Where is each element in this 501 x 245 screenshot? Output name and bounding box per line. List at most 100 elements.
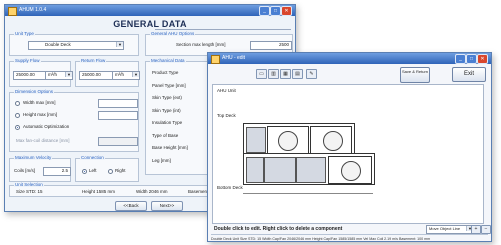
exit-button[interactable]: Exit bbox=[452, 67, 486, 82]
mechanical-row-label: Skin Type (ext) bbox=[152, 95, 182, 100]
maximize-button[interactable]: □ bbox=[270, 6, 281, 16]
unit-size-text: Size STD: 15 bbox=[16, 189, 43, 194]
width-max-radio[interactable] bbox=[15, 101, 20, 106]
automatic-optimization-label: Automatic Optimization bbox=[23, 124, 70, 129]
supply-flow-title: Supply Flow bbox=[14, 58, 41, 63]
height-max-input[interactable] bbox=[98, 111, 138, 120]
save-return-button[interactable]: Save & Return bbox=[400, 67, 430, 83]
height-max-label: Height max [mm] bbox=[23, 112, 58, 117]
window-icon[interactable]: ▭ bbox=[256, 69, 267, 79]
unit-type-title: Unit Type bbox=[14, 31, 35, 36]
right-window-titlebar[interactable]: AHU - edit _ □ ✕ bbox=[208, 53, 491, 64]
fan-icon bbox=[278, 131, 298, 151]
next-button[interactable]: Next>> bbox=[151, 201, 183, 211]
top-deck-label: Top Deck bbox=[217, 113, 236, 118]
filter-section[interactable] bbox=[246, 127, 266, 153]
close-button[interactable]: ✕ bbox=[281, 6, 292, 16]
unit-height-text: Height 1585 mm bbox=[82, 189, 116, 194]
coils-velocity-value: 2.5 bbox=[61, 168, 68, 173]
coil-section-bottom-1[interactable] bbox=[264, 157, 296, 183]
mechanical-data-title: Mechanical Data bbox=[150, 58, 186, 63]
page-title: GENERAL DATA bbox=[113, 19, 187, 29]
max-velocity-title: Maximum Velocity bbox=[14, 155, 53, 160]
coil-section-top[interactable] bbox=[310, 126, 352, 154]
mechanical-row-label: Panel Type [mm] bbox=[152, 82, 186, 88]
return-flow-unit-select[interactable]: m³/h ▼ bbox=[112, 71, 140, 80]
mechanical-row-label: Leg [mm] bbox=[152, 157, 171, 163]
supply-flow-unit: m³/h bbox=[48, 72, 57, 77]
return-flow-group: Return Flow 25000.00 m³/h ▼ bbox=[75, 58, 140, 87]
left-window-titlebar[interactable]: AHUM 1.0.4 _ □ ✕ bbox=[5, 5, 295, 16]
damper-section[interactable] bbox=[246, 157, 264, 183]
chevron-down-icon: ▼ bbox=[65, 72, 72, 77]
mechanical-row-label: Skin Type (int) bbox=[152, 107, 181, 113]
return-flow-value: 25000.00 bbox=[82, 72, 101, 77]
fan-icon bbox=[341, 161, 361, 181]
supply-flow-group: Supply Flow 25000.00 m³/h ▼ bbox=[9, 58, 73, 87]
unit-type-select[interactable]: Double Deck ▼ bbox=[28, 41, 124, 50]
title-divider bbox=[155, 29, 291, 30]
bottom-deck-unit[interactable] bbox=[243, 153, 375, 185]
fan-icon bbox=[323, 131, 343, 151]
chevron-down-icon: ▼ bbox=[132, 72, 139, 77]
coil-section-bottom-2[interactable] bbox=[296, 157, 326, 183]
move-object-select[interactable]: Move Object Line ▼ bbox=[426, 225, 474, 234]
unit-type-group: Unit Type Double Deck ▼ bbox=[9, 31, 139, 56]
return-flow-title: Return Flow bbox=[80, 58, 107, 63]
status-text: Double Deck Unit Size STD: 15 Width Cap/… bbox=[211, 237, 431, 241]
fan-coil-distance-input[interactable] bbox=[98, 137, 138, 146]
instruction-text: Double click to edit. Right click to del… bbox=[214, 226, 343, 232]
coils-velocity-input[interactable]: 2.5 bbox=[43, 167, 71, 176]
unit-width-text: Width 2046 mm bbox=[136, 189, 168, 194]
unit-selection-title: Unit Selection bbox=[14, 182, 44, 187]
app-icon bbox=[8, 7, 17, 16]
maximize-button[interactable]: □ bbox=[466, 54, 477, 64]
right-window-title: AHU - edit bbox=[222, 55, 246, 61]
supply-flow-input[interactable]: 25000.00 bbox=[13, 71, 49, 80]
dimension-line bbox=[243, 193, 373, 194]
connection-left-radio[interactable] bbox=[82, 169, 87, 174]
height-max-radio[interactable] bbox=[15, 113, 20, 118]
fan-coil-distance-label: Max fan-coil distance [mm] bbox=[16, 138, 70, 143]
return-flow-input[interactable]: 25000.00 bbox=[79, 71, 116, 80]
coils-velocity-label: Coils [m/s] bbox=[14, 168, 36, 173]
automatic-optimization-radio[interactable] bbox=[15, 125, 20, 130]
zoom-out-icon[interactable]: − bbox=[481, 225, 491, 234]
width-max-label: Width max [mm] bbox=[23, 100, 56, 105]
left-window-title: AHUM 1.0.4 bbox=[19, 7, 47, 13]
mechanical-row-label: Base Height [mm] bbox=[152, 145, 188, 150]
supply-flow-unit-select[interactable]: m³/h ▼ bbox=[45, 71, 73, 80]
ahu-unit-label: AHU Unit bbox=[217, 88, 236, 93]
return-flow-unit: m³/h bbox=[115, 72, 124, 77]
connection-right-radio[interactable] bbox=[108, 169, 113, 174]
ahu-drawing-canvas[interactable]: AHU Unit Top Deck Bottom Deck bbox=[212, 84, 484, 224]
section-max-length-input[interactable]: 2500 bbox=[250, 41, 292, 50]
fan-section-bottom[interactable] bbox=[328, 156, 372, 184]
close-button[interactable]: ✕ bbox=[477, 54, 488, 64]
connection-left-label: Left bbox=[89, 168, 97, 173]
move-object-value: Move Object Line bbox=[429, 226, 461, 231]
minimize-button[interactable]: _ bbox=[259, 6, 270, 16]
supply-flow-value: 25000.00 bbox=[16, 72, 35, 77]
zoom-in-icon[interactable]: + bbox=[471, 225, 481, 234]
ahu-editor-window: AHU - edit _ □ ✕ ▭ ▥ ▦ ▤ ✎ Save & Return… bbox=[207, 52, 492, 242]
fan-section-top[interactable] bbox=[267, 126, 309, 154]
split-view-icon[interactable]: ▥ bbox=[268, 69, 279, 79]
width-max-input[interactable] bbox=[98, 99, 138, 108]
section-max-length-value: 2500 bbox=[278, 42, 289, 47]
connection-right-label: Right bbox=[115, 168, 126, 173]
top-deck-unit[interactable] bbox=[243, 123, 355, 155]
dimension-options-title: Dimension Options bbox=[14, 89, 55, 94]
minimize-button[interactable]: _ bbox=[455, 54, 466, 64]
unit-type-value: Double Deck bbox=[45, 42, 71, 47]
mechanical-row-label: Product Type bbox=[152, 70, 179, 75]
grid-icon[interactable]: ▦ bbox=[280, 69, 291, 79]
connection-group: Connection Left Right bbox=[75, 155, 139, 182]
tools-icon[interactable]: ✎ bbox=[306, 69, 317, 79]
back-button[interactable]: <<Back bbox=[115, 201, 147, 211]
bottom-deck-label: Bottom Deck bbox=[217, 185, 243, 190]
mechanical-row-label: Insulation Type bbox=[152, 120, 183, 125]
chevron-down-icon: ▼ bbox=[116, 42, 123, 47]
table-icon[interactable]: ▤ bbox=[292, 69, 303, 79]
app-icon bbox=[211, 55, 220, 64]
